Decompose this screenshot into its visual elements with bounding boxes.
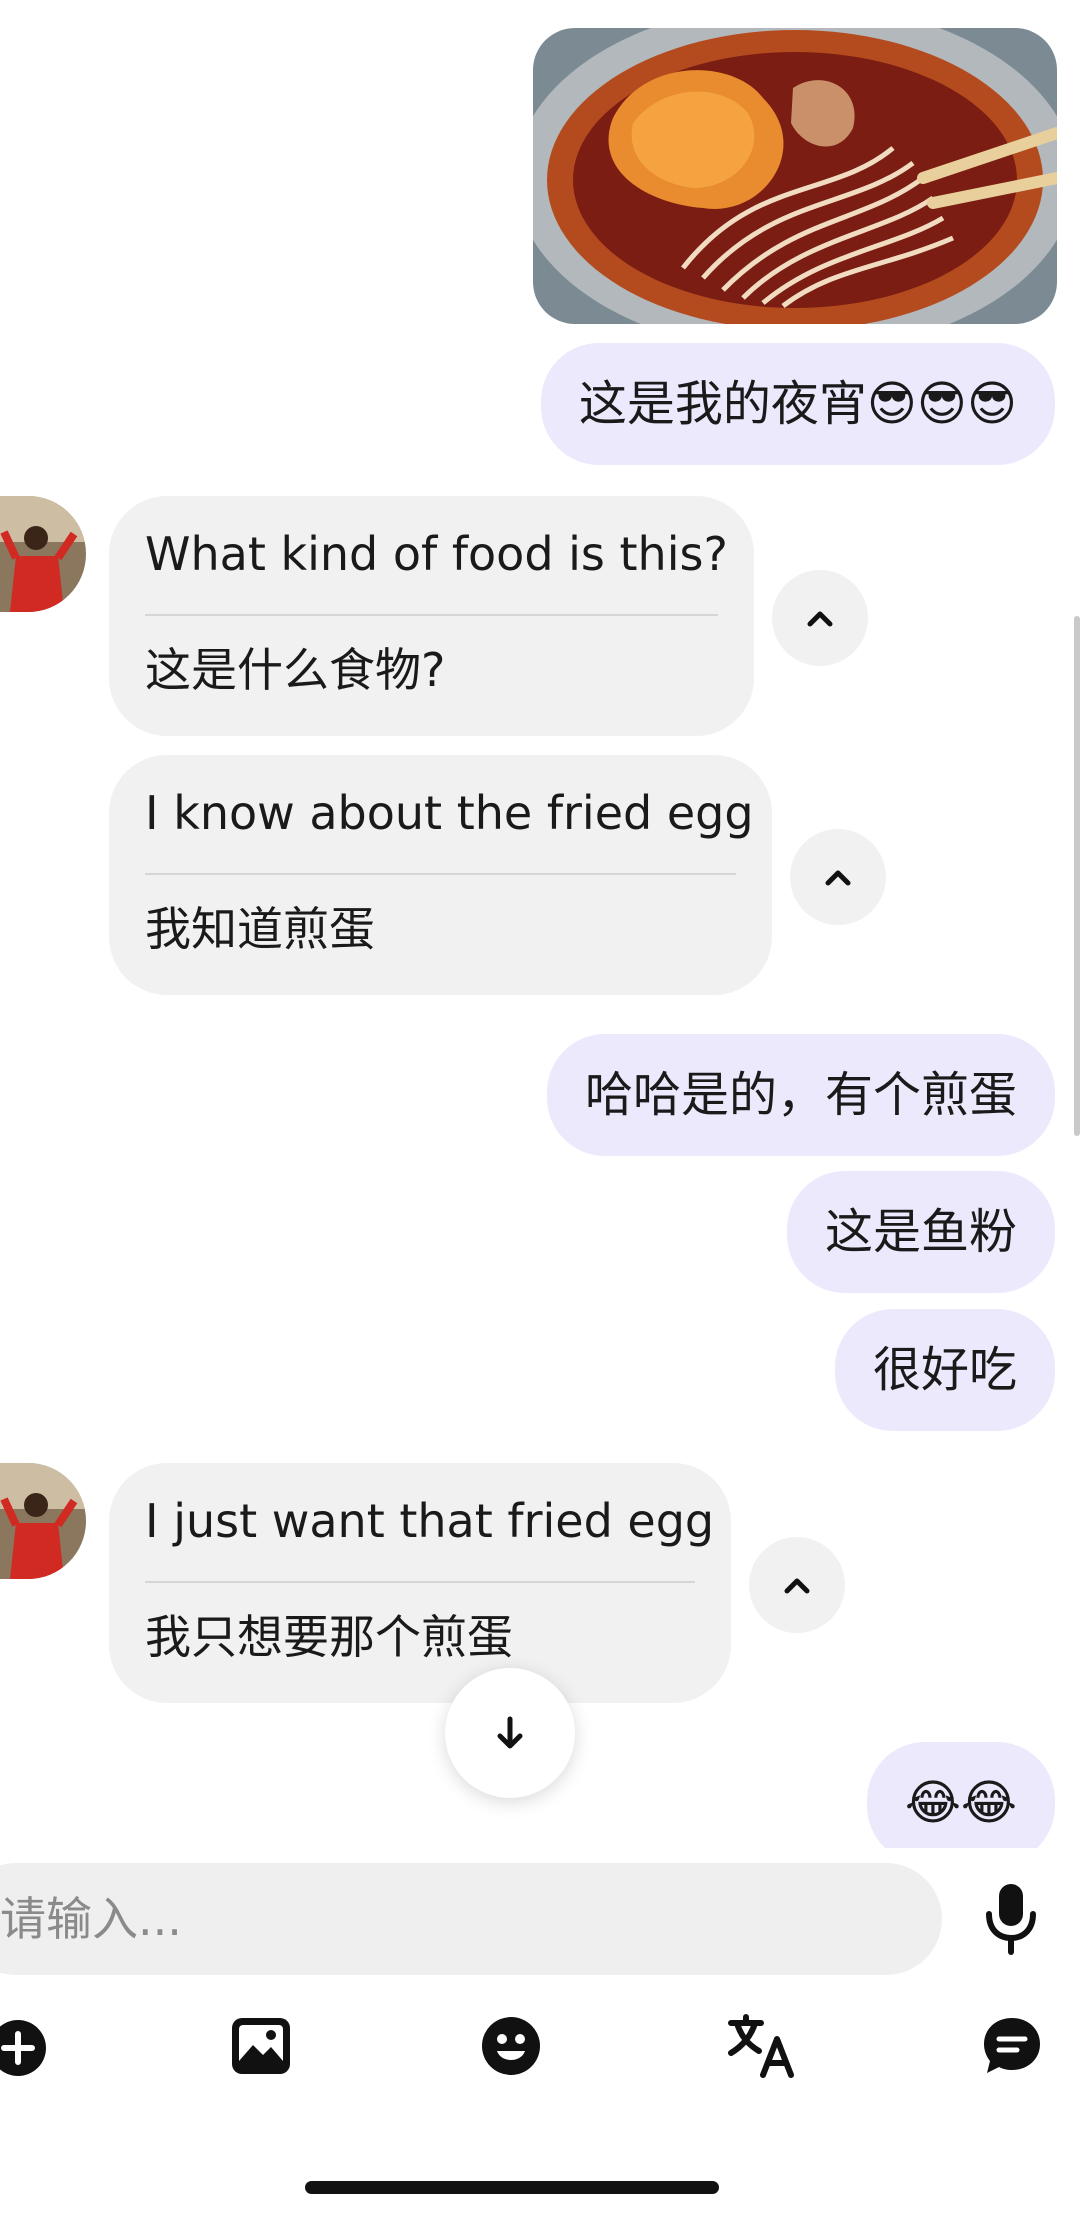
original-text: I know about the fried egg: [145, 786, 754, 840]
message-outgoing[interactable]: 这是鱼粉: [786, 1171, 1055, 1293]
chat-options-button[interactable]: [981, 2015, 1043, 2077]
add-attachment-button[interactable]: [0, 2018, 48, 2078]
avatar[interactable]: [0, 496, 86, 612]
translated-text: 这是什么食物?: [145, 643, 446, 697]
home-indicator: [305, 2181, 719, 2194]
input-placeholder: 请输入...: [0, 1892, 182, 1946]
collapse-translation-button[interactable]: [772, 570, 868, 666]
message-text: 很好吃: [872, 1342, 1017, 1398]
message-text: 😂😂: [904, 1775, 1017, 1831]
translated-text: 我只想要那个煎蛋: [145, 1610, 513, 1664]
original-text: What kind of food is this?: [145, 527, 728, 581]
message-input[interactable]: 请输入...: [0, 1863, 942, 1975]
voice-input-button[interactable]: [975, 1882, 1047, 1958]
plus-circle-icon: [0, 2020, 46, 2076]
arrow-down-icon: [497, 1716, 523, 1749]
original-text: I just want that fried egg: [145, 1494, 715, 1548]
message-incoming-translated[interactable]: What kind of food is this? 这是什么食物?: [109, 496, 754, 736]
message-text: 哈哈是的，有个煎蛋: [584, 1067, 1017, 1123]
divider: [145, 614, 718, 616]
message-outgoing[interactable]: 很好吃: [834, 1309, 1055, 1431]
scroll-to-bottom-button[interactable]: [445, 1668, 575, 1798]
divider: [145, 1581, 695, 1583]
chevron-up-icon: [807, 611, 833, 627]
chevron-up-icon: [784, 1578, 810, 1594]
translate-icon: [728, 2014, 794, 2078]
translated-text: 我知道煎蛋: [145, 902, 375, 956]
message-incoming-translated[interactable]: I know about the fried egg 我知道煎蛋: [109, 755, 772, 995]
emoji-button[interactable]: [480, 2015, 542, 2077]
collapse-translation-button[interactable]: [790, 829, 886, 925]
chat-bubble-icon: [984, 2018, 1040, 2073]
message-text: 这是我的夜宵😎😎😎: [578, 376, 1017, 432]
translate-button[interactable]: [727, 2013, 797, 2079]
image-icon: [232, 2018, 290, 2074]
scrollbar[interactable]: [1074, 616, 1080, 1136]
message-text: 这是鱼粉: [824, 1204, 1017, 1260]
send-image-button[interactable]: [229, 2015, 293, 2077]
avatar[interactable]: [0, 1463, 86, 1579]
message-incoming-translated[interactable]: I just want that fried egg 我只想要那个煎蛋: [109, 1463, 731, 1703]
message-outgoing[interactable]: 😂😂: [866, 1742, 1055, 1848]
microphone-icon: [986, 1884, 1036, 1955]
message-outgoing[interactable]: 哈哈是的，有个煎蛋: [546, 1034, 1055, 1156]
collapse-translation-button[interactable]: [749, 1537, 845, 1633]
chevron-up-icon: [825, 870, 851, 886]
emoji-icon: [482, 2017, 540, 2075]
sent-food-photo[interactable]: [533, 28, 1057, 324]
divider: [145, 873, 736, 875]
message-outgoing[interactable]: 这是我的夜宵😎😎😎: [540, 343, 1055, 465]
